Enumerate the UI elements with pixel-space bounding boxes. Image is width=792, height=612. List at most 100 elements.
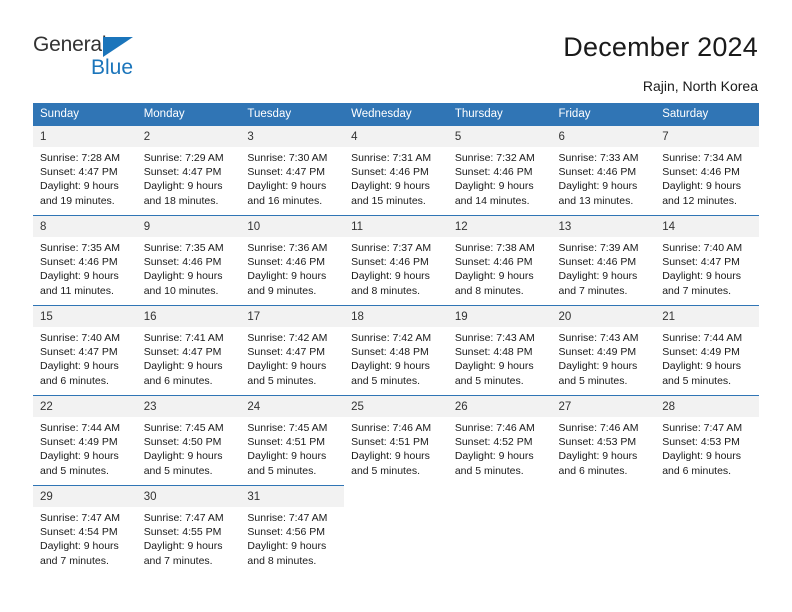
day-cell-body: 15 Sunrise: 7:40 AM Sunset: 4:47 PM Dayligh… [33,305,137,395]
daylight-line-1: Daylight: 9 hours [558,180,638,193]
sunset-time: Sunset: 4:46 PM [351,166,429,179]
calendar-day-cell[interactable]: 21 Sunrise: 7:44 AM Sunset: 4:49 PM Dayligh… [655,305,759,395]
calendar-day-cell[interactable]: 24 Sunrise: 7:45 AM Sunset: 4:51 PM Dayligh… [240,395,345,485]
sunset-time: Sunset: 4:47 PM [40,346,118,359]
sunrise-time: Sunrise: 7:31 AM [351,152,432,164]
weekday-header-monday: Monday [136,103,241,125]
calendar-day-cell[interactable]: 29 Sunrise: 7:47 AM Sunset: 4:54 PM Dayligh… [33,485,137,575]
calendar-day-cell[interactable]: 17 Sunrise: 7:42 AM Sunset: 4:47 PM Dayligh… [240,305,345,395]
day-sun-info: Sunrise: 7:41 AM Sunset: 4:47 PM Daylight:… [137,327,241,388]
day-cell-body: 21 Sunrise: 7:44 AM Sunset: 4:49 PM Dayligh… [655,305,759,395]
calendar-day-cell[interactable]: 16 Sunrise: 7:41 AM Sunset: 4:47 PM Dayligh… [136,305,241,395]
calendar-day-cell[interactable]: 27 Sunrise: 7:46 AM Sunset: 4:53 PM Dayligh… [551,395,656,485]
sunset-time: Sunset: 4:51 PM [247,436,326,449]
day-sun-info: Sunrise: 7:40 AM Sunset: 4:47 PM Daylight:… [33,327,137,388]
daylight-line-1: Daylight: 9 hours [662,270,742,283]
sunset-time: Sunset: 4:46 PM [454,256,533,269]
day-number: 1 [33,126,137,147]
calendar-day-cell[interactable]: 1 Sunrise: 7:28 AM Sunset: 4:47 PM Daylight… [33,125,137,215]
daylight-line-2: and 14 minutes. [454,194,530,207]
day-cell-body: 25 Sunrise: 7:46 AM Sunset: 4:51 PM Dayligh… [344,395,448,485]
day-sun-info: Sunrise: 7:31 AM Sunset: 4:46 PM Daylight:… [344,147,448,208]
sunrise-time: Sunrise: 7:47 AM [247,512,328,524]
calendar-day-cell[interactable]: 25 Sunrise: 7:46 AM Sunset: 4:51 PM Dayligh… [344,395,448,485]
calendar-day-cell[interactable]: 28 Sunrise: 7:47 AM Sunset: 4:53 PM Dayligh… [655,395,759,485]
page-header: General Blue December 2024 Rajin, North … [0,0,792,100]
calendar-day-cell[interactable]: 13 Sunrise: 7:39 AM Sunset: 4:46 PM Dayligh… [551,215,656,305]
day-number: 30 [136,486,241,507]
generalblue-logo[interactable]: General Blue [33,33,213,85]
daylight-line-2: and 7 minutes. [143,554,213,567]
daylight-line-2: and 5 minutes. [40,464,109,477]
calendar-day-cell[interactable]: 10 Sunrise: 7:36 AM Sunset: 4:46 PM Dayligh… [240,215,345,305]
day-sun-info: Sunrise: 7:47 AM Sunset: 4:56 PM Daylight:… [240,507,344,568]
calendar-day-cell[interactable]: 18 Sunrise: 7:42 AM Sunset: 4:48 PM Dayligh… [344,305,448,395]
day-sun-info: Sunrise: 7:46 AM Sunset: 4:52 PM Daylight:… [448,417,552,478]
calendar-day-cell[interactable]: 14 Sunrise: 7:40 AM Sunset: 4:47 PM Dayligh… [655,215,759,305]
daylight-line-1: Daylight: 9 hours [662,450,742,463]
daylight-line-1: Daylight: 9 hours [143,360,223,373]
day-number: 9 [136,216,241,237]
calendar-day-cell[interactable]: 26 Sunrise: 7:46 AM Sunset: 4:52 PM Dayligh… [447,395,552,485]
day-number: 19 [447,306,552,327]
weekday-header-wednesday: Wednesday [344,103,448,125]
daylight-line-2: and 8 minutes. [454,284,524,297]
calendar-day-cell[interactable]: 9 Sunrise: 7:35 AM Sunset: 4:46 PM Daylight… [136,215,241,305]
day-sun-info: Sunrise: 7:34 AM Sunset: 4:46 PM Daylight:… [655,147,759,208]
calendar-day-cell[interactable]: 7 Sunrise: 7:34 AM Sunset: 4:46 PM Daylight… [655,125,759,215]
daylight-line-1: Daylight: 9 hours [247,540,327,553]
sunset-time: Sunset: 4:56 PM [247,526,326,539]
day-cell-body: 24 Sunrise: 7:45 AM Sunset: 4:51 PM Dayligh… [240,395,345,485]
sunset-time: Sunset: 4:51 PM [351,436,429,449]
daylight-line-1: Daylight: 9 hours [454,180,534,193]
daylight-line-1: Daylight: 9 hours [454,360,534,373]
calendar-day-cell[interactable]: 15 Sunrise: 7:40 AM Sunset: 4:47 PM Dayligh… [33,305,137,395]
calendar-day-cell[interactable]: 4 Sunrise: 7:31 AM Sunset: 4:46 PM Daylight… [344,125,448,215]
page-location: Rajin, North Korea [642,78,758,94]
day-cell-body: 3 Sunrise: 7:30 AM Sunset: 4:47 PM Daylight… [240,125,345,215]
sunrise-time: Sunrise: 7:43 AM [558,332,639,344]
daylight-line-2: and 5 minutes. [454,464,524,477]
calendar-day-cell[interactable]: 2 Sunrise: 7:29 AM Sunset: 4:47 PM Daylight… [136,125,241,215]
daylight-line-2: and 6 minutes. [558,464,628,477]
sunrise-time: Sunrise: 7:29 AM [143,152,224,164]
calendar-cell-empty [655,485,759,575]
daylight-line-2: and 10 minutes. [143,284,219,297]
calendar-week-row: 8 Sunrise: 7:35 AM Sunset: 4:46 PM Daylight… [33,215,759,305]
sunset-time: Sunset: 4:53 PM [558,436,637,449]
sunrise-time: Sunrise: 7:45 AM [247,422,328,434]
sunrise-time: Sunrise: 7:35 AM [143,242,224,254]
calendar-day-cell[interactable]: 23 Sunrise: 7:45 AM Sunset: 4:50 PM Dayligh… [136,395,241,485]
calendar-week-row: 29 Sunrise: 7:47 AM Sunset: 4:54 PM Dayligh… [33,485,759,575]
sunrise-time: Sunrise: 7:40 AM [662,242,743,254]
sunset-time: Sunset: 4:46 PM [40,256,118,269]
daylight-line-2: and 7 minutes. [40,554,109,567]
calendar-day-cell[interactable]: 22 Sunrise: 7:44 AM Sunset: 4:49 PM Dayligh… [33,395,137,485]
day-number: 3 [240,126,345,147]
calendar-day-cell[interactable]: 5 Sunrise: 7:32 AM Sunset: 4:46 PM Daylight… [447,125,552,215]
day-sun-info: Sunrise: 7:39 AM Sunset: 4:46 PM Daylight:… [552,237,656,298]
weekday-header-friday: Friday [551,103,656,125]
day-cell-body: 26 Sunrise: 7:46 AM Sunset: 4:52 PM Dayligh… [447,395,552,485]
calendar-day-cell[interactable]: 19 Sunrise: 7:43 AM Sunset: 4:48 PM Dayligh… [447,305,552,395]
daylight-line-2: and 11 minutes. [40,284,114,297]
calendar-day-cell[interactable]: 20 Sunrise: 7:43 AM Sunset: 4:49 PM Dayligh… [551,305,656,395]
calendar-day-cell[interactable]: 6 Sunrise: 7:33 AM Sunset: 4:46 PM Daylight… [551,125,656,215]
daylight-line-1: Daylight: 9 hours [247,450,327,463]
sunrise-time: Sunrise: 7:39 AM [558,242,639,254]
calendar-day-cell[interactable]: 3 Sunrise: 7:30 AM Sunset: 4:47 PM Daylight… [240,125,345,215]
calendar-day-cell[interactable]: 31 Sunrise: 7:47 AM Sunset: 4:56 PM Dayligh… [240,485,345,575]
day-sun-info: Sunrise: 7:35 AM Sunset: 4:46 PM Daylight:… [33,237,137,298]
calendar-day-cell[interactable]: 12 Sunrise: 7:38 AM Sunset: 4:46 PM Dayligh… [447,215,552,305]
daylight-line-2: and 15 minutes. [351,194,426,207]
day-cell-body: 17 Sunrise: 7:42 AM Sunset: 4:47 PM Dayligh… [240,305,345,395]
day-cell-body: 10 Sunrise: 7:36 AM Sunset: 4:46 PM Dayligh… [240,215,345,305]
daylight-line-1: Daylight: 9 hours [143,540,223,553]
calendar-day-cell[interactable]: 30 Sunrise: 7:47 AM Sunset: 4:55 PM Dayligh… [136,485,241,575]
calendar-day-cell[interactable]: 8 Sunrise: 7:35 AM Sunset: 4:46 PM Daylight… [33,215,137,305]
logo-text-blue: Blue [91,56,134,79]
daylight-line-1: Daylight: 9 hours [454,450,534,463]
daylight-line-1: Daylight: 9 hours [351,360,430,373]
weekday-header-tuesday: Tuesday [240,103,345,125]
calendar-day-cell[interactable]: 11 Sunrise: 7:37 AM Sunset: 4:46 PM Dayligh… [344,215,448,305]
